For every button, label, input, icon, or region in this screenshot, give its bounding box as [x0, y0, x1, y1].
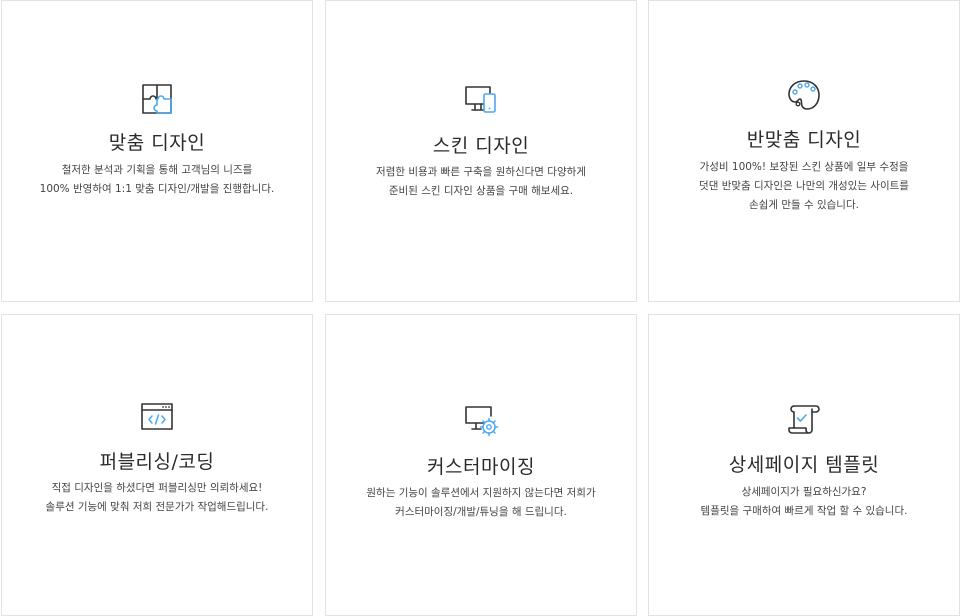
desc-line: 직접 디자인을 하셨다면 퍼블리싱만 의뢰하세요!	[51, 482, 263, 494]
card-title: 반맞춤 디자인	[746, 129, 862, 151]
card-title: 상세페이지 템플릿	[728, 454, 880, 476]
card-title: 퍼블리싱/코딩	[99, 451, 215, 473]
scroll-check-icon	[786, 402, 822, 438]
service-card-custom-design[interactable]: 맞춤 디자인 철저한 분석과 기획을 통해 고객님의 니즈를 100% 반영하여…	[1, 0, 313, 302]
palette-icon	[786, 77, 822, 113]
desc-line: 상세페이지가 필요하신가요?	[741, 486, 867, 498]
monitor-gear-icon	[463, 403, 499, 439]
card-description: 원하는 기능이 솔루션에서 지원하지 않는다면 저희가 커스터마이징/개발/튜닝…	[326, 484, 636, 522]
desc-line: 솔루션 기능에 맞춰 저희 전문가가 작업해드립니다.	[45, 501, 269, 513]
desc-line: 템플릿을 구매하여 빠르게 작업 할 수 있습니다.	[700, 505, 908, 517]
devices-icon	[463, 82, 499, 118]
service-card-detail-template[interactable]: 상세페이지 템플릿 상세페이지가 필요하신가요? 템플릿을 구매하여 빠르게 작…	[648, 314, 960, 616]
desc-line: 커스터마이징/개발/튜닝을 해 드립니다.	[395, 506, 567, 518]
card-title: 맞춤 디자인	[108, 132, 206, 154]
puzzle-icon	[139, 81, 175, 117]
desc-line: 가성비 100%! 보장된 스킨 상품에 일부 수정을	[699, 161, 909, 173]
desc-line: 철저한 분석과 기획을 통해 고객님의 니즈를	[61, 164, 253, 176]
card-title: 커스터마이징	[427, 456, 535, 478]
service-card-publishing[interactable]: 퍼블리싱/코딩 직접 디자인을 하셨다면 퍼블리싱만 의뢰하세요! 솔루션 기능…	[1, 314, 313, 616]
service-card-semi-custom-design[interactable]: 반맞춤 디자인 가성비 100%! 보장된 스킨 상품에 일부 수정을 덧댄 반…	[648, 0, 960, 302]
service-card-customizing[interactable]: 커스터마이징 원하는 기능이 솔루션에서 지원하지 않는다면 저희가 커스터마이…	[325, 314, 637, 616]
desc-line: 준비된 스킨 디자인 상품을 구매 해보세요.	[388, 185, 574, 197]
card-title: 스킨 디자인	[432, 135, 530, 157]
desc-line: 100% 반영하여 1:1 맞춤 디자인/개발을 진행합니다.	[39, 183, 275, 195]
card-description: 가성비 100%! 보장된 스킨 상품에 일부 수정을 덧댄 반맞춤 디자인은 …	[649, 158, 959, 215]
code-window-icon	[139, 399, 175, 435]
desc-line: 저렴한 비용과 빠른 구축을 원하신다면 다양하게	[376, 166, 586, 178]
desc-line: 원하는 기능이 솔루션에서 지원하지 않는다면 저희가	[366, 487, 596, 499]
desc-line: 손쉽게 만들 수 있습니다.	[749, 199, 859, 211]
card-description: 상세페이지가 필요하신가요? 템플릿을 구매하여 빠르게 작업 할 수 있습니다…	[649, 483, 959, 521]
service-card-skin-design[interactable]: 스킨 디자인 저렴한 비용과 빠른 구축을 원하신다면 다양하게 준비된 스킨 …	[325, 0, 637, 302]
desc-line: 덧댄 반맞춤 디자인은 나만의 개성있는 사이트를	[699, 180, 909, 192]
card-description: 철저한 분석과 기획을 통해 고객님의 니즈를 100% 반영하여 1:1 맞춤…	[2, 161, 312, 199]
card-description: 저렴한 비용과 빠른 구축을 원하신다면 다양하게 준비된 스킨 디자인 상품을…	[326, 163, 636, 201]
card-description: 직접 디자인을 하셨다면 퍼블리싱만 의뢰하세요! 솔루션 기능에 맞춰 저희 …	[2, 479, 312, 517]
